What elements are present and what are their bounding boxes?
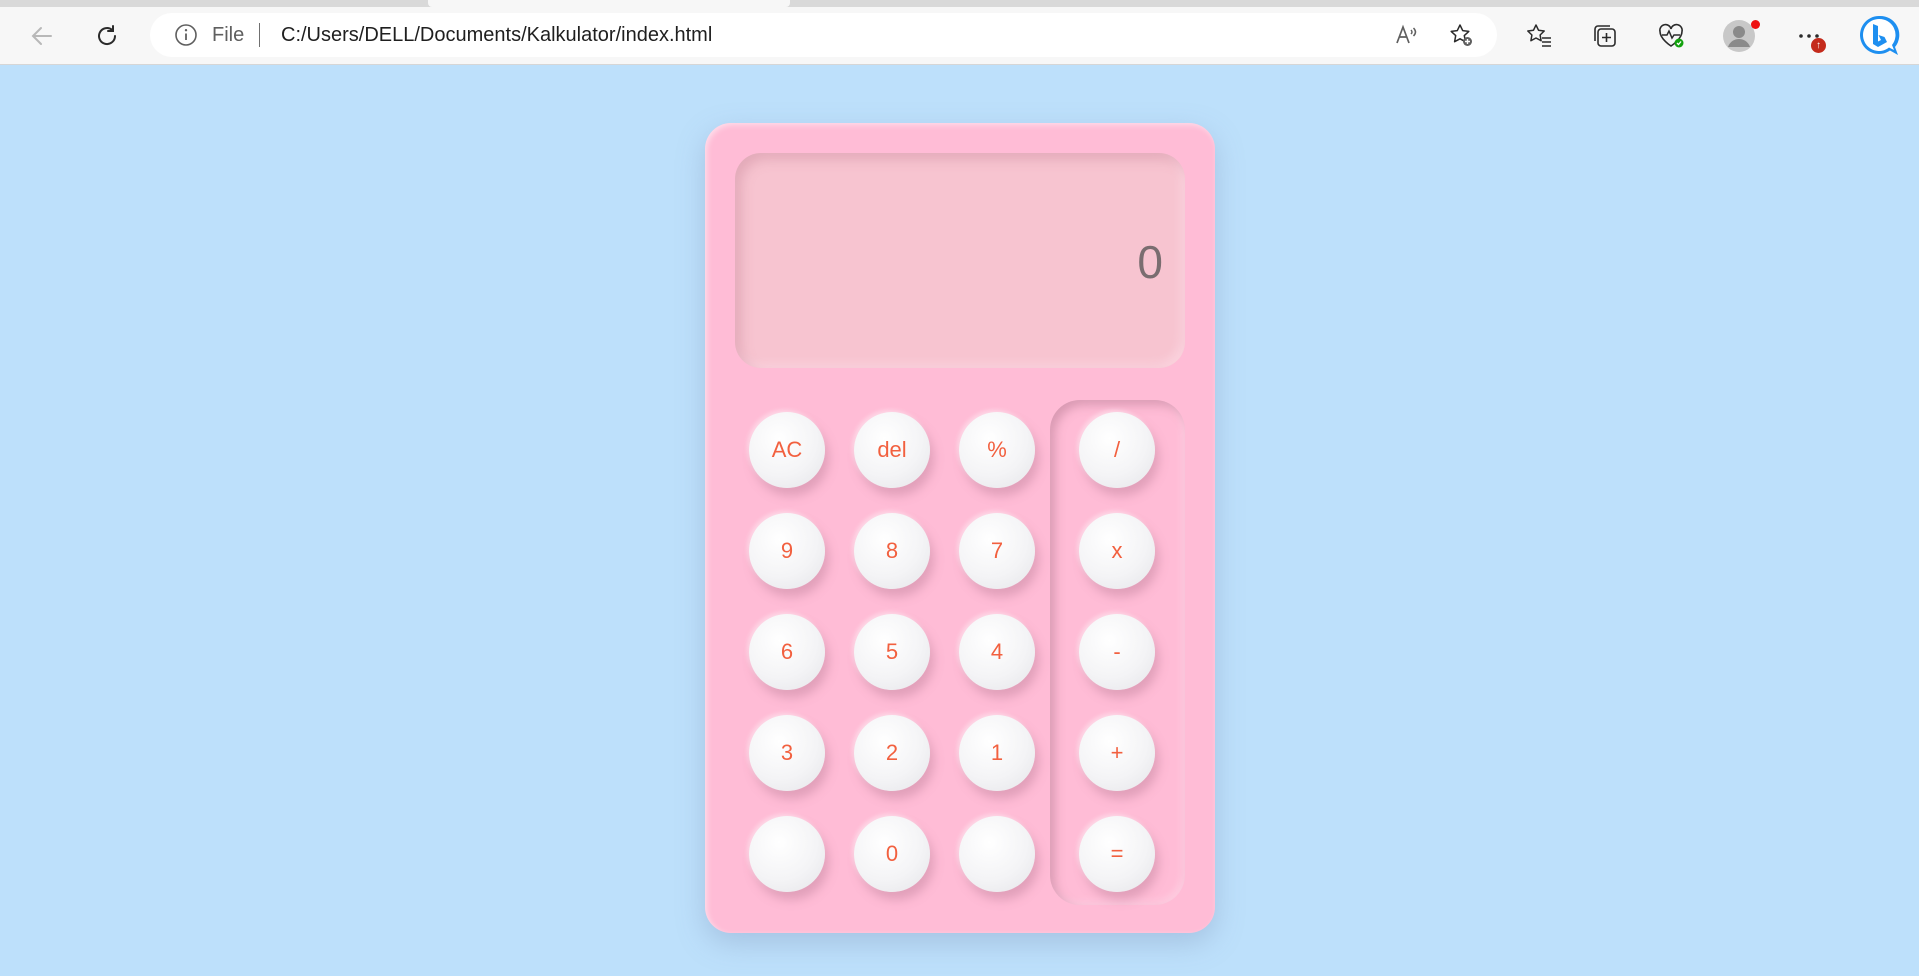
digit-5-button[interactable]: 5 xyxy=(854,614,930,690)
digit-6-button[interactable]: 6 xyxy=(749,614,825,690)
address-separator xyxy=(259,23,260,47)
multiply-button[interactable]: x xyxy=(1079,513,1155,589)
heart-pulse-icon xyxy=(1659,23,1684,48)
bing-chat-icon xyxy=(1860,15,1900,55)
favorites-button[interactable] xyxy=(1521,18,1557,54)
digit-2-button[interactable]: 2 xyxy=(854,715,930,791)
digit-9-button[interactable]: 9 xyxy=(749,513,825,589)
delete-button[interactable]: del xyxy=(854,412,930,488)
digit-0-button[interactable]: 0 xyxy=(854,816,930,892)
minus-button[interactable]: - xyxy=(1079,614,1155,690)
plus-button[interactable]: + xyxy=(1079,715,1155,791)
collections-button[interactable] xyxy=(1587,18,1623,54)
back-arrow-icon xyxy=(31,27,52,45)
calculator-display: 0 xyxy=(735,153,1185,368)
display-value: 0 xyxy=(1137,236,1163,288)
blank-right-button[interactable] xyxy=(959,816,1035,892)
divide-button[interactable]: / xyxy=(1079,412,1155,488)
equals-button[interactable]: = xyxy=(1079,816,1155,892)
url-text[interactable]: C:/Users/DELL/Documents/Kalkulator/index… xyxy=(281,24,712,47)
browser-toolbar: File C:/Users/DELL/Documents/Kalkulator/… xyxy=(0,7,1919,65)
browser-essentials-button[interactable] xyxy=(1653,18,1689,54)
percent-button[interactable]: % xyxy=(959,412,1035,488)
collections-icon xyxy=(1594,25,1616,47)
update-badge: ↑ xyxy=(1811,38,1826,53)
address-prefix: File xyxy=(212,24,245,46)
digit-3-button[interactable]: 3 xyxy=(749,715,825,791)
copilot-button[interactable] xyxy=(1856,13,1902,59)
address-bar[interactable]: File C:/Users/DELL/Documents/Kalkulator/… xyxy=(150,13,1497,57)
site-info-icon[interactable] xyxy=(174,23,198,47)
calculator: 0 AC del % / 9 8 7 x 6 5 4 - 3 2 1 + 0 = xyxy=(705,123,1215,933)
active-tab[interactable] xyxy=(428,0,790,7)
notification-dot xyxy=(1751,20,1760,29)
profile-button[interactable] xyxy=(1721,18,1760,54)
blank-left-button[interactable] xyxy=(749,816,825,892)
tab-strip xyxy=(0,0,1919,7)
add-favorite-icon[interactable] xyxy=(1447,21,1475,49)
digit-4-button[interactable]: 4 xyxy=(959,614,1035,690)
digit-1-button[interactable]: 1 xyxy=(959,715,1035,791)
digit-7-button[interactable]: 7 xyxy=(959,513,1035,589)
refresh-button[interactable] xyxy=(89,18,125,54)
favorites-icon xyxy=(1527,24,1551,47)
clear-button[interactable]: AC xyxy=(749,412,825,488)
back-button[interactable] xyxy=(24,18,60,54)
more-options-button[interactable]: ↑ xyxy=(1791,18,1827,54)
refresh-icon xyxy=(98,25,117,45)
read-aloud-icon[interactable] xyxy=(1393,21,1421,49)
digit-8-button[interactable]: 8 xyxy=(854,513,930,589)
